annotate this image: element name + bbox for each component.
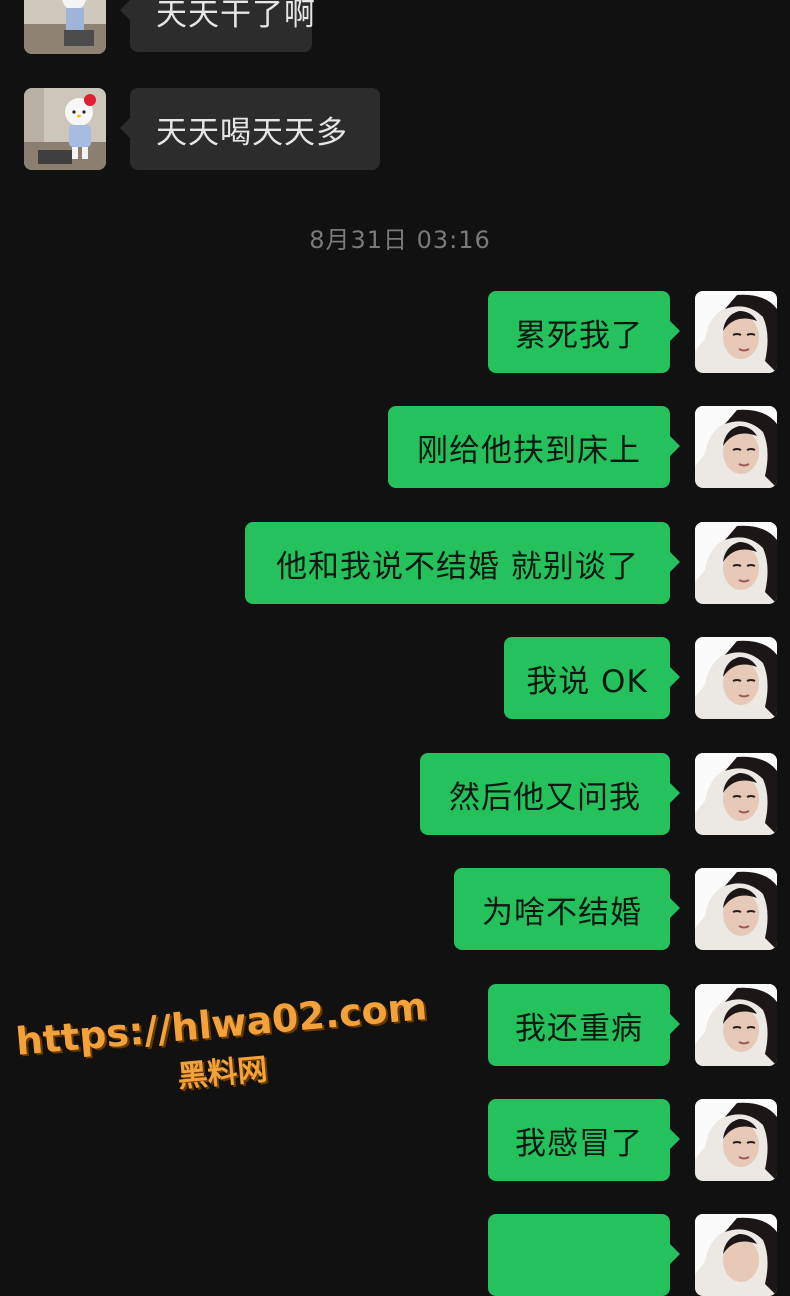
message-text: 天天喝天天多	[156, 114, 348, 151]
outgoing-message-bubble[interactable]: 然后他又问我	[420, 753, 680, 835]
user-avatar-icon[interactable]	[695, 984, 777, 1066]
user-avatar-icon[interactable]	[695, 637, 777, 719]
message-text: 为啥不结婚	[482, 894, 642, 931]
outgoing-message-bubble[interactable]: 他和我说不结婚 就别谈了	[245, 522, 680, 604]
outgoing-message-bubble[interactable]: 累死我了	[488, 291, 680, 373]
message-text: 天天干了啊	[156, 0, 316, 33]
outgoing-message-bubble[interactable]: 我还重病	[488, 984, 680, 1066]
user-avatar-icon[interactable]	[695, 522, 777, 604]
outgoing-message-bubble[interactable]: 为啥不结婚	[454, 868, 680, 950]
user-avatar-icon[interactable]	[695, 406, 777, 488]
user-avatar-icon[interactable]	[695, 753, 777, 835]
contact-avatar-icon[interactable]	[24, 0, 106, 54]
incoming-message-bubble[interactable]: 天天喝天天多	[120, 88, 380, 170]
outgoing-message-bubble[interactable]	[488, 1214, 680, 1296]
outgoing-message-bubble[interactable]: 刚给他扶到床上	[388, 406, 680, 488]
user-avatar-icon[interactable]	[695, 1099, 777, 1181]
message-text: 刚给他扶到床上	[417, 432, 641, 469]
message-text: 我说 OK	[526, 663, 648, 700]
chat-window: 天天干了啊 天天喝天天多 8月31日 03:16 累死我了 刚给他扶到床上 他和…	[0, 0, 790, 1296]
message-text: 我感冒了	[515, 1125, 643, 1162]
message-text: 我还重病	[515, 1010, 643, 1047]
incoming-message-bubble[interactable]: 天天干了啊	[120, 0, 315, 52]
user-avatar-icon[interactable]	[695, 291, 777, 373]
user-avatar-icon[interactable]	[695, 1214, 777, 1296]
outgoing-message-bubble[interactable]: 我说 OK	[504, 637, 680, 719]
outgoing-message-bubble[interactable]: 我感冒了	[488, 1099, 680, 1181]
contact-avatar-icon[interactable]	[24, 88, 106, 170]
watermark: https://hlwa02.com 黑料网	[14, 984, 429, 1110]
message-timestamp: 8月31日 03:16	[309, 226, 491, 254]
message-text: 累死我了	[515, 317, 643, 354]
user-avatar-icon[interactable]	[695, 868, 777, 950]
message-text: 他和我说不结婚 就别谈了	[276, 548, 639, 585]
message-text: 然后他又问我	[449, 779, 641, 816]
